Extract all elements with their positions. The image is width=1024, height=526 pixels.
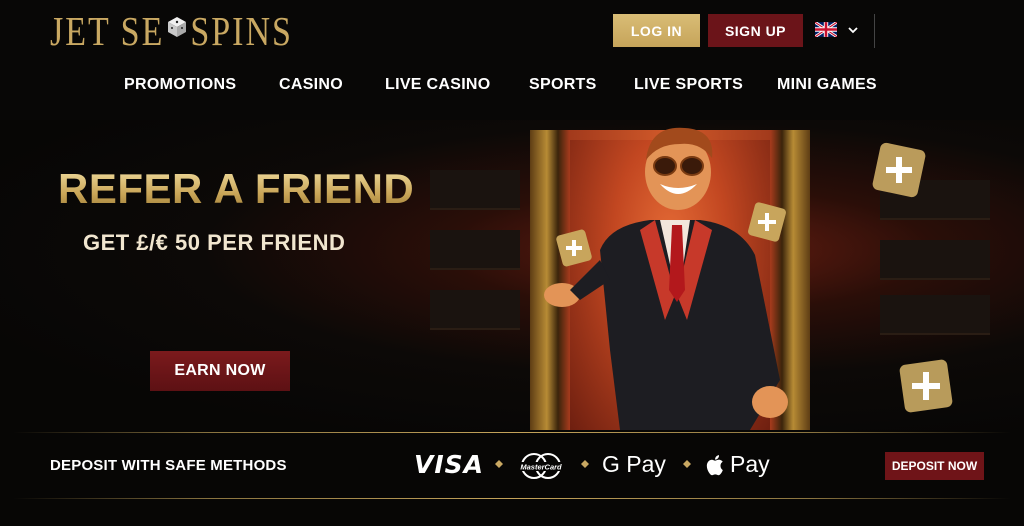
mastercard-icon: MasterCard — [520, 453, 562, 479]
earn-now-button[interactable]: EARN NOW — [150, 351, 290, 391]
uk-flag-icon — [815, 22, 837, 37]
diamond-separator-icon — [581, 460, 589, 468]
dice-icon — [168, 17, 187, 37]
nav-item-mini-games[interactable]: MINI GAMES — [777, 76, 877, 94]
shelf-decor — [880, 295, 990, 335]
apple-icon — [706, 454, 723, 475]
deposit-now-button[interactable]: DEPOSIT NOW — [885, 452, 984, 480]
logo-text-right: SPINS — [190, 10, 293, 55]
mastercard-text: MasterCard — [520, 463, 562, 472]
shelf-decor — [880, 240, 990, 280]
apple-pay-logo: Pay — [706, 451, 770, 478]
hero-subtitle: GET £/€ 50 PER FRIEND — [83, 230, 346, 255]
nav-item-live-sports[interactable]: LIVE SPORTS — [634, 76, 743, 94]
nav-item-sports[interactable]: SPORTS — [529, 76, 597, 94]
nav-item-promotions[interactable]: PROMOTIONS — [124, 76, 236, 94]
header-divider — [874, 14, 875, 48]
shelf-decor — [430, 290, 520, 330]
gold-card-decor — [899, 359, 953, 413]
visa-logo: VISA — [414, 450, 485, 479]
signup-button[interactable]: SIGN UP — [708, 14, 803, 47]
login-button[interactable]: LOG IN — [613, 14, 700, 47]
hero-title: REFER A FRIEND — [58, 165, 415, 212]
diamond-separator-icon — [495, 460, 503, 468]
divider-bottom — [13, 498, 1011, 499]
language-selector[interactable] — [815, 22, 859, 37]
shelf-decor — [430, 170, 520, 210]
chevron-down-icon — [848, 26, 858, 33]
site-header: JET SE SPINS LOG IN SIGN UP PROMOTIONS C… — [0, 0, 1024, 120]
google-pay-logo: G Pay — [602, 451, 666, 477]
payment-methods-label: DEPOSIT WITH SAFE METHODS — [50, 457, 287, 474]
logo-text-left: JET SE — [50, 10, 165, 55]
gold-card-decor — [556, 229, 592, 267]
mascot-illustration — [544, 127, 788, 430]
gold-card-decor — [748, 202, 786, 242]
divider-top — [13, 432, 1011, 433]
nav-item-casino[interactable]: CASINO — [279, 76, 343, 94]
shelf-decor — [430, 230, 520, 270]
diamond-separator-icon — [683, 460, 691, 468]
gold-card-decor — [872, 142, 926, 198]
logo[interactable]: JET SE SPINS — [50, 10, 293, 56]
nav-item-live-casino[interactable]: LIVE CASINO — [385, 76, 491, 94]
main-nav: PROMOTIONS CASINO LIVE CASINO SPORTS LIV… — [0, 72, 1024, 102]
apple-pay-text: Pay — [730, 451, 770, 477]
